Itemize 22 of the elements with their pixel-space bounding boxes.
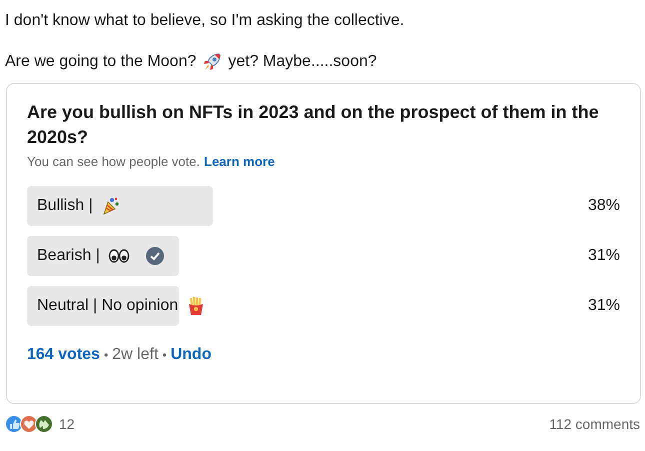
comments-count[interactable]: 112 comments — [549, 416, 640, 432]
option-label: Bullish | — [37, 197, 93, 215]
post-text: I don't know what to believe, so I'm asking the collective. — [5, 11, 406, 31]
reaction-count[interactable]: 12 — [59, 416, 75, 432]
time-left: 2w left — [112, 346, 158, 364]
visibility-note: You can see how people vote. — [27, 154, 200, 169]
party-popper-icon — [100, 196, 121, 216]
percentage: 31% — [588, 297, 620, 315]
post-text: Are we going to the Moon? — [5, 53, 196, 71]
reactions-icon[interactable] — [5, 414, 55, 434]
learn-more-link[interactable]: Learn more — [204, 154, 275, 169]
option-label: Bearish | — [37, 247, 100, 265]
post-text: yet? Maybe.....soon? — [228, 53, 377, 71]
percentage: 38% — [588, 197, 620, 215]
option-label: Neutral | No opinion — [37, 297, 178, 315]
undo-link[interactable]: Undo — [170, 346, 212, 364]
poll-question: Are you bullish on NFTs in 2023 and on the prospect of them in the 2020s? — [27, 101, 600, 149]
separator-dot: • — [162, 348, 167, 362]
percentage: 31% — [588, 247, 620, 265]
rocket-icon — [202, 52, 222, 72]
votes-link[interactable]: 164 votes — [27, 346, 100, 364]
separator-dot: • — [104, 348, 108, 362]
